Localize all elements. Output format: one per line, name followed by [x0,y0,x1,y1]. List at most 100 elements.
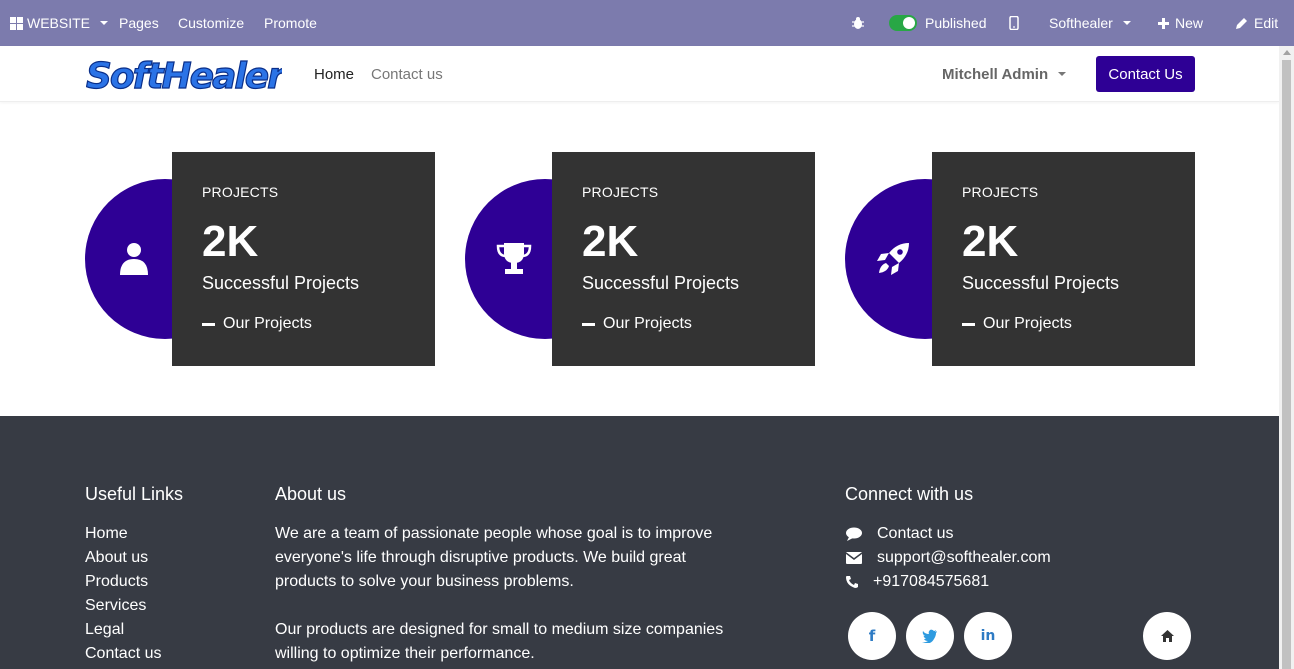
rocket-icon [877,243,909,275]
site-logo[interactable]: SoftHealer [85,52,289,97]
footer-link-contact-us[interactable]: Contact us [85,642,161,666]
chevron-down-icon [100,21,109,25]
contact-list: Contact us support@softhealer.com +91708… [845,522,1051,594]
our-projects-label: Our Projects [603,315,692,332]
connect-heading: Connect with us [845,484,974,504]
promote-menu[interactable]: Promote [264,0,317,46]
stat-description: Successful Projects [962,273,1120,293]
home-button[interactable] [1143,612,1191,660]
stat-card-projects: PROJECTS 2K Successful Projects Our Proj… [465,152,815,366]
our-projects-label: Our Projects [983,315,1072,332]
nav-contact-us[interactable]: Contact us [371,46,443,102]
stat-number: 2K [202,217,259,266]
user-icon [120,243,148,275]
our-projects-link[interactable]: Our Projects [202,315,312,333]
stat-label: PROJECTS [202,184,279,200]
plus-icon [1158,17,1169,29]
company-label: Softhealer [1049,15,1113,31]
debug-button[interactable] [851,0,865,46]
email-link[interactable]: support@softhealer.com [845,546,1051,570]
comment-icon [846,527,862,541]
edit-label: Edit [1254,15,1279,31]
twitter-button[interactable] [906,612,954,660]
mobile-icon [1009,16,1019,30]
dash-icon [202,322,215,326]
about-text: We are a team of passionate people whose… [275,522,735,669]
stat-label: PROJECTS [962,184,1039,200]
facebook-button[interactable]: f [848,612,896,660]
email-address: support@softhealer.com [877,549,1051,566]
stat-number: 2K [962,217,1019,266]
linkedin-button[interactable]: in [964,612,1012,660]
publish-toggle[interactable]: Published [889,0,987,46]
footer-link-about-us[interactable]: About us [85,546,161,570]
user-name: Mitchell Admin [942,65,1049,83]
stat-card: PROJECTS 2K Successful Projects Our Proj… [172,152,435,366]
footer-link-products[interactable]: Products [85,570,161,594]
nav-home-label: Home [314,65,355,83]
new-button[interactable]: New [1158,0,1203,46]
our-projects-link[interactable]: Our Projects [582,315,692,333]
site-header: SoftHealer Home Contact us Mitchell Admi… [0,46,1279,102]
website-menu[interactable]: WEBSITE [10,0,109,46]
contact-us-link[interactable]: Contact us [845,522,1051,546]
website-menu-label: WEBSITE [27,15,91,31]
stat-description: Successful Projects [202,273,360,293]
footer-link-home[interactable]: Home [85,522,161,546]
edit-button[interactable]: Edit [1235,0,1278,46]
stat-card: PROJECTS 2K Successful Projects Our Proj… [552,152,815,366]
phone-number: +917084575681 [873,573,990,590]
trophy-icon [496,243,532,274]
apps-icon [10,16,23,30]
customize-menu[interactable]: Customize [178,0,244,46]
linkedin-icon: in [980,628,996,644]
admin-toolbar: WEBSITE Pages Customize Promote Publishe… [0,0,1294,46]
dash-icon [962,322,975,326]
stat-number: 2K [582,217,639,266]
mobile-preview-button[interactable] [1009,0,1019,46]
svg-text:SoftHealer: SoftHealer [86,56,282,96]
about-paragraph: Our products are designed for small to m… [275,621,724,662]
nav-home[interactable]: Home [314,46,354,102]
footer-link-services[interactable]: Services [85,594,161,618]
pages-menu[interactable]: Pages [119,0,159,46]
site-footer: Useful Links Home About us Products Serv… [0,416,1279,669]
our-projects-label: Our Projects [223,315,312,332]
envelope-icon [845,552,863,564]
published-label: Published [925,15,987,31]
pages-label: Pages [119,15,159,31]
home-icon [1160,630,1174,642]
scrollbar-thumb[interactable] [1282,60,1291,669]
footer-link-legal[interactable]: Legal [85,618,161,642]
useful-links-list: Home About us Products Services Legal Co… [85,522,161,666]
stat-card-projects: PROJECTS 2K Successful Projects Our Proj… [85,152,435,366]
company-switcher[interactable]: Softhealer [1049,0,1131,46]
toggle-switch-icon [889,15,917,31]
about-heading: About us [275,484,347,504]
our-projects-link[interactable]: Our Projects [962,315,1072,333]
contact-us-button[interactable]: Contact Us [1096,56,1195,92]
stat-card-projects: PROJECTS 2K Successful Projects Our Proj… [845,152,1195,366]
bug-icon [852,17,864,29]
pencil-icon [1236,17,1247,29]
facebook-icon: f [868,627,876,645]
page-scrollbar[interactable] [1279,46,1294,669]
user-menu[interactable]: Mitchell Admin [942,46,1067,102]
about-paragraph: We are a team of passionate people whose… [275,525,713,590]
nav-contact-label: Contact us [371,65,443,83]
softhealer-logo-icon: SoftHealer [85,55,289,97]
contact-us-button-label: Contact Us [1108,65,1183,83]
new-label: New [1175,15,1204,31]
customize-label: Customize [178,15,245,31]
dash-icon [582,322,595,326]
stat-description: Successful Projects [582,273,740,293]
contact-us-label: Contact us [877,525,954,542]
phone-icon [846,576,858,588]
phone-link[interactable]: +917084575681 [845,570,1051,594]
chevron-down-icon [1122,21,1131,25]
stat-label: PROJECTS [582,184,659,200]
twitter-icon [922,629,937,643]
stat-card: PROJECTS 2K Successful Projects Our Proj… [932,152,1195,366]
scroll-up-arrow-icon[interactable] [1283,50,1291,55]
promote-label: Promote [264,15,317,31]
